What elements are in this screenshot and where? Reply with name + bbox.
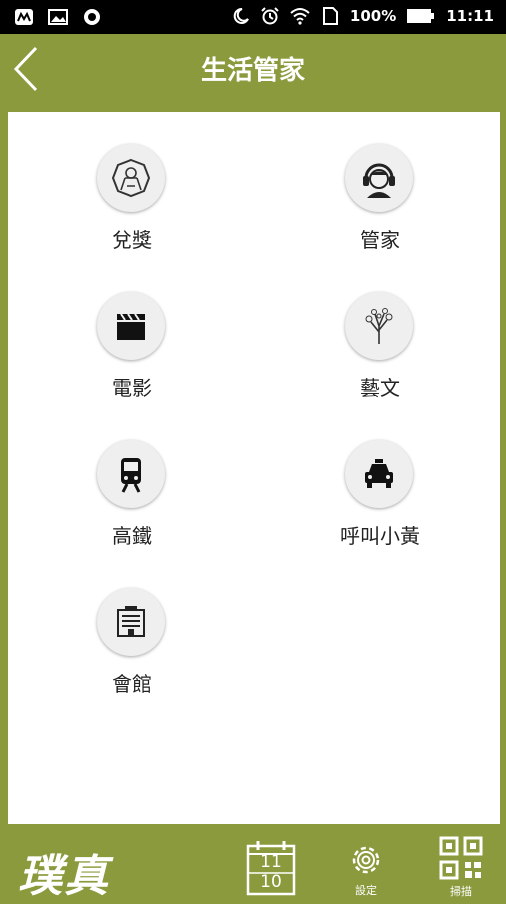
- service-item-call-taxi[interactable]: 呼叫小黃: [300, 440, 460, 560]
- services-panel: 兌獎 管家 電影 藝文 高鐵 呼叫小黃 會館: [8, 112, 500, 824]
- alarm-icon: [261, 7, 279, 25]
- service-label: 高鐵: [112, 524, 152, 548]
- settings-label: 設定: [355, 884, 377, 897]
- building-icon: [117, 606, 145, 637]
- status-bar: 100% 11:11: [0, 0, 506, 34]
- headset-agent-icon: [363, 163, 395, 198]
- app-notification-icon: [15, 9, 33, 25]
- tree-icon: [365, 308, 393, 344]
- train-icon: [121, 458, 141, 493]
- battery-percent: 100%: [349, 7, 397, 25]
- battery-icon: [407, 9, 435, 23]
- image-notification-icon: [48, 9, 68, 25]
- taxi-icon: [365, 459, 393, 488]
- service-label: 電影: [112, 376, 152, 400]
- page-title: 生活管家: [200, 56, 305, 86]
- calendar-day: 10: [260, 872, 282, 892]
- service-item-movie[interactable]: 電影: [52, 292, 212, 412]
- scan-button[interactable]: 掃描: [436, 836, 486, 898]
- qr-code-icon: [439, 836, 483, 880]
- service-label: 會館: [112, 672, 152, 696]
- record-notification-icon: [84, 9, 100, 25]
- service-item-lottery[interactable]: 兌獎: [52, 144, 212, 264]
- service-label: 藝文: [360, 376, 400, 400]
- service-item-high-speed-rail[interactable]: 高鐵: [52, 440, 212, 560]
- service-label: 兌獎: [112, 228, 152, 252]
- sim-card-icon: [322, 7, 338, 25]
- brand-logo: 璞真: [18, 851, 110, 902]
- service-item-clubhouse[interactable]: 會館: [52, 588, 212, 708]
- gear-icon: [352, 846, 380, 874]
- scan-label: 掃描: [450, 885, 472, 898]
- service-item-arts[interactable]: 藝文: [300, 292, 460, 412]
- service-label: 呼叫小黃: [340, 524, 420, 548]
- calendar-month: 11: [260, 852, 282, 872]
- clapperboard-icon: [117, 313, 145, 340]
- bottom-bar: 璞真 11 10 設定 掃描: [0, 832, 506, 902]
- lottery-icon: [111, 158, 151, 198]
- clock: 11:11: [446, 7, 494, 25]
- app-header: 生活管家: [0, 34, 506, 104]
- service-item-butler[interactable]: 管家: [300, 144, 460, 264]
- wifi-icon: [290, 8, 310, 25]
- service-label: 管家: [360, 228, 400, 252]
- do-not-disturb-icon: [233, 7, 249, 24]
- settings-button[interactable]: 設定: [344, 840, 388, 898]
- calendar-button[interactable]: 11 10: [246, 840, 296, 896]
